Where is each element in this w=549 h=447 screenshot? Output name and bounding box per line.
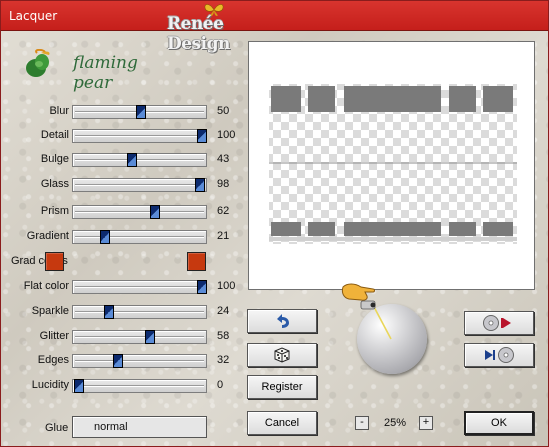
slider-value: 0 bbox=[217, 379, 224, 391]
slider-thumb[interactable] bbox=[104, 305, 114, 319]
slider-label: Detail bbox=[40, 129, 69, 141]
glue-select[interactable]: normal bbox=[72, 416, 207, 438]
grad-color-2-swatch[interactable] bbox=[187, 252, 206, 271]
disc-load-icon bbox=[485, 347, 514, 363]
slider-value: 58 bbox=[217, 330, 230, 342]
slider-row-lucidity: Lucidity 0 bbox=[1, 378, 251, 394]
window-title: Lacquer bbox=[9, 9, 58, 23]
glass-slider[interactable] bbox=[72, 178, 207, 192]
slider-value: 62 bbox=[217, 205, 230, 217]
slider-label: Glass bbox=[40, 178, 69, 190]
slider-row-bulge: Bulge 43 bbox=[1, 152, 251, 168]
slider-label: Glitter bbox=[39, 330, 69, 342]
slider-thumb[interactable] bbox=[150, 205, 160, 219]
glitter-slider[interactable] bbox=[72, 330, 207, 344]
glue-label: Glue bbox=[45, 422, 69, 434]
bulge-slider[interactable] bbox=[72, 153, 207, 167]
slider-thumb[interactable] bbox=[100, 230, 110, 244]
save-preset-button[interactable] bbox=[464, 311, 534, 335]
pear-icon bbox=[26, 49, 50, 77]
slider-value: 21 bbox=[217, 230, 230, 242]
slider-row-glass: Glass 98 bbox=[1, 177, 251, 193]
slider-value: 50 bbox=[217, 105, 230, 117]
zoom-in-button[interactable]: + bbox=[419, 416, 433, 430]
lacquer-dialog: Lacquer Renée Design flaming pear Blur 5… bbox=[0, 0, 549, 447]
ok-button[interactable]: OK bbox=[464, 411, 534, 435]
randomize-button[interactable] bbox=[247, 343, 317, 367]
slider-value: 24 bbox=[217, 305, 230, 317]
pointing-hand-icon bbox=[341, 283, 376, 310]
slider-label: Flat color bbox=[23, 280, 69, 292]
preview-image bbox=[269, 84, 517, 244]
slider-label: Sparkle bbox=[31, 305, 69, 317]
zoom-level: 25% bbox=[384, 417, 407, 429]
slider-thumb[interactable] bbox=[74, 379, 84, 393]
gradient-slider[interactable] bbox=[72, 230, 207, 244]
slider-thumb[interactable] bbox=[197, 280, 207, 294]
slider-value: 100 bbox=[217, 129, 236, 141]
slider-thumb[interactable] bbox=[127, 153, 137, 167]
title-bar[interactable]: Lacquer bbox=[1, 1, 548, 31]
slider-row-flat-color: Flat color 100 bbox=[1, 279, 251, 295]
slider-thumb[interactable] bbox=[136, 105, 146, 119]
cancel-button[interactable]: Cancel bbox=[247, 411, 317, 435]
logo-text: flaming pear bbox=[73, 53, 138, 93]
dice-icon bbox=[274, 347, 290, 363]
flat-color-slider[interactable] bbox=[72, 280, 207, 294]
edges-slider[interactable] bbox=[72, 354, 207, 368]
lucidity-slider[interactable] bbox=[72, 379, 207, 393]
sparkle-slider[interactable] bbox=[72, 305, 207, 319]
slider-value: 100 bbox=[217, 280, 236, 292]
slider-row-edges: Edges 32 bbox=[1, 353, 251, 369]
load-preset-button[interactable] bbox=[464, 343, 534, 367]
slider-label: Gradient bbox=[26, 230, 69, 242]
slider-row-gradient: Gradient 21 bbox=[1, 229, 251, 245]
slider-row-glitter: Glitter 58 bbox=[1, 329, 251, 345]
slider-row-prism: Prism 62 bbox=[1, 204, 251, 220]
slider-thumb[interactable] bbox=[113, 354, 123, 368]
undo-button[interactable] bbox=[247, 309, 317, 333]
grad-color-1-swatch[interactable] bbox=[45, 252, 64, 271]
preview-pane[interactable] bbox=[248, 41, 535, 290]
slider-thumb[interactable] bbox=[195, 178, 205, 192]
slider-thumb[interactable] bbox=[145, 330, 155, 344]
slider-label: Blur bbox=[49, 105, 69, 117]
light-pointer[interactable] bbox=[339, 281, 399, 341]
renee-design-watermark: Renée Design bbox=[167, 3, 267, 54]
disc-save-icon bbox=[483, 315, 511, 331]
register-button[interactable]: Register bbox=[247, 375, 317, 399]
blur-slider[interactable] bbox=[72, 105, 207, 119]
slider-label: Bulge bbox=[40, 153, 69, 165]
slider-label: Prism bbox=[40, 205, 69, 217]
prism-slider[interactable] bbox=[72, 205, 207, 219]
slider-value: 32 bbox=[217, 354, 230, 366]
slider-thumb[interactable] bbox=[197, 129, 207, 143]
zoom-out-button[interactable]: - bbox=[355, 416, 369, 430]
slider-row-detail: Detail 100 bbox=[1, 128, 251, 144]
slider-value: 43 bbox=[217, 153, 230, 165]
undo-arrow-icon bbox=[277, 314, 289, 328]
slider-row-blur: Blur 50 bbox=[1, 104, 251, 120]
detail-slider[interactable] bbox=[72, 129, 207, 143]
slider-label: Edges bbox=[37, 354, 69, 366]
slider-value: 98 bbox=[217, 178, 230, 190]
slider-row-sparkle: Sparkle 24 bbox=[1, 304, 251, 320]
flaming-pear-logo: flaming pear bbox=[21, 45, 181, 93]
slider-label: Lucidity bbox=[31, 379, 69, 391]
